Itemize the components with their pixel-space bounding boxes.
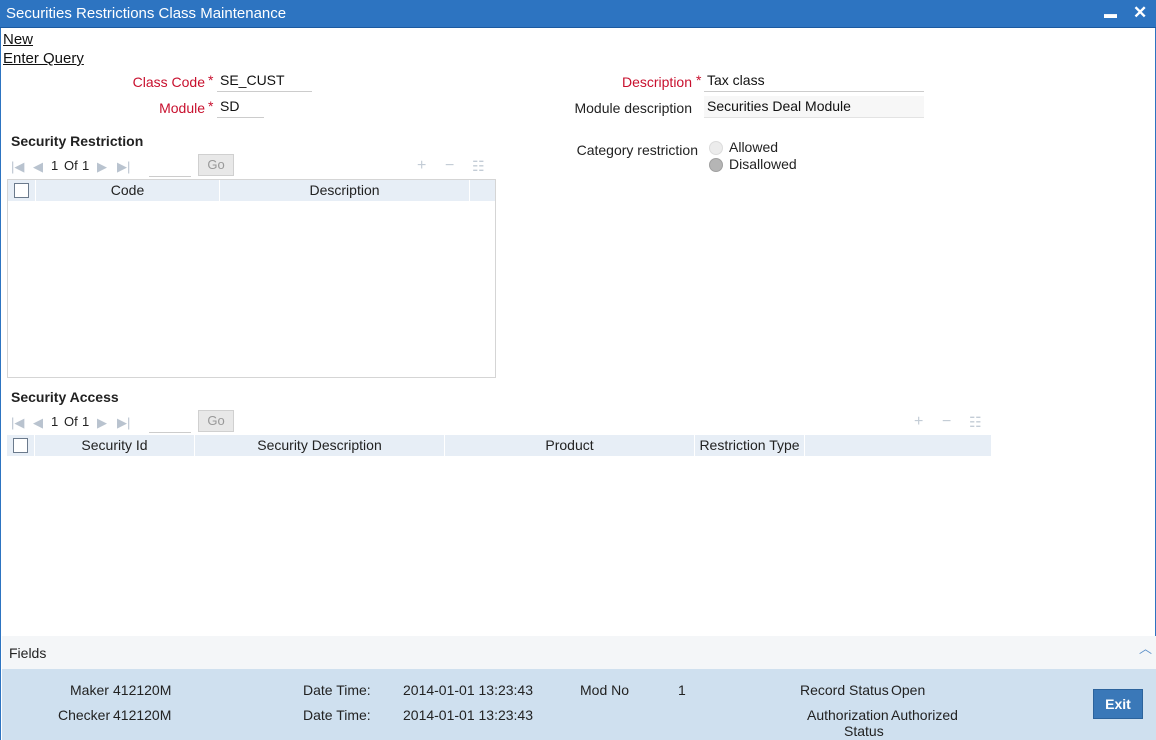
of-label: Of [64, 414, 78, 429]
maker-datetime-value: 2014-01-01 13:23:43 [403, 682, 533, 698]
fields-label: Fields [9, 645, 47, 661]
page-number-input[interactable] [149, 411, 191, 433]
checker-datetime-value: 2014-01-01 13:23:43 [403, 707, 533, 723]
single-view-icon[interactable]: ☷ [969, 414, 982, 431]
class-code-field[interactable]: SE_CUST [217, 70, 312, 92]
class-code-label: Class Code [132, 74, 205, 90]
module-label: Module [159, 100, 205, 116]
mod-no-value: 1 [678, 682, 686, 698]
select-all-checkbox[interactable] [14, 182, 29, 198]
previous-page-icon[interactable]: ◀ [33, 415, 43, 431]
select-all-checkbox[interactable] [13, 437, 28, 453]
module-field[interactable]: SD [217, 96, 264, 118]
column-header[interactable]: Code [36, 180, 220, 201]
single-view-icon[interactable]: ☷ [472, 158, 485, 175]
security-access-toolbar: |◀ ◀ 1 Of 1 ▶ ▶| Go + − ☷ [7, 410, 991, 436]
delete-row-icon[interactable]: − [942, 413, 951, 431]
required-marker: * [696, 72, 702, 88]
column-header[interactable]: Restriction Type [695, 435, 805, 456]
record-status-label: Record Status [800, 682, 889, 698]
security-restriction-grid: Code Description [7, 179, 496, 378]
required-marker: * [208, 98, 214, 114]
total-pages: 1 [82, 414, 90, 429]
maker-label: Maker [70, 682, 109, 698]
grid-header: Security Id Security Description Product… [7, 435, 991, 456]
window-title: Securities Restrictions Class Maintenanc… [6, 5, 287, 22]
description-field[interactable]: Tax class [704, 70, 924, 92]
disallowed-radio-label: Disallowed [729, 156, 797, 172]
maker-value: 412120M [113, 682, 172, 698]
of-label: Of [64, 158, 78, 173]
required-marker: * [208, 72, 214, 88]
checker-value: 412120M [113, 707, 172, 723]
authorization-status-value: Authorized [891, 707, 958, 723]
add-row-icon[interactable]: + [914, 413, 923, 431]
last-page-icon[interactable]: ▶| [117, 415, 130, 431]
first-page-icon[interactable]: |◀ [11, 159, 24, 175]
next-page-icon[interactable]: ▶ [97, 415, 107, 431]
current-page: 1 [51, 158, 59, 173]
allowed-radio[interactable] [709, 141, 723, 155]
page-number-input[interactable] [149, 155, 191, 177]
go-button[interactable]: Go [198, 410, 234, 432]
column-filler [805, 435, 991, 456]
delete-row-icon[interactable]: − [445, 157, 454, 175]
record-status-value: Open [891, 682, 926, 698]
window-titlebar: Securities Restrictions Class Maintenanc… [0, 0, 1156, 28]
allowed-radio-label: Allowed [729, 139, 779, 155]
fields-bar[interactable]: Fields ︿ [2, 636, 1156, 669]
security-access-grid: Security Id Security Description Product… [7, 435, 991, 457]
column-header[interactable]: Security Id [35, 435, 195, 456]
enter-query-link[interactable]: Enter Query [3, 50, 84, 67]
column-header[interactable]: Description [220, 180, 470, 201]
last-page-icon[interactable]: ▶| [117, 159, 130, 175]
chevron-up-icon[interactable]: ︿ [1139, 638, 1152, 657]
column-header[interactable]: Product [445, 435, 695, 456]
module-description-label: Module description [574, 100, 692, 116]
column-filler [470, 180, 495, 201]
mod-no-label: Mod No [580, 682, 630, 698]
minimize-icon[interactable]: ▬ [1104, 6, 1117, 21]
exit-button[interactable]: Exit [1093, 689, 1143, 719]
authorization-status-label: Status [844, 723, 884, 739]
new-link[interactable]: New [3, 31, 33, 48]
add-row-icon[interactable]: + [417, 157, 426, 175]
disallowed-radio[interactable] [709, 158, 723, 172]
security-restriction-title: Security Restriction [11, 133, 144, 149]
go-button[interactable]: Go [198, 154, 234, 176]
checker-datetime-label: Date Time: [303, 707, 371, 723]
current-page: 1 [51, 414, 59, 429]
column-header[interactable]: Security Description [195, 435, 445, 456]
total-pages: 1 [82, 158, 90, 173]
window-body: New Enter Query Class Code * SE_CUST Mod… [0, 28, 1156, 740]
audit-panel: Maker 412120M Checker 412120M Date Time:… [2, 669, 1156, 740]
authorization-label: Authorization [807, 707, 889, 723]
grid-header: Code Description [8, 180, 495, 201]
maker-datetime-label: Date Time: [303, 682, 371, 698]
description-label: Description [621, 74, 692, 90]
next-page-icon[interactable]: ▶ [97, 159, 107, 175]
security-restriction-toolbar: |◀ ◀ 1 Of 1 ▶ ▶| Go + − ☷ [7, 154, 495, 180]
close-icon[interactable]: ✕ [1133, 3, 1147, 23]
checker-label: Checker [58, 707, 111, 723]
security-access-title: Security Access [11, 389, 119, 405]
category-restriction-label: Category restriction [576, 142, 698, 158]
select-all-cell [8, 180, 36, 201]
previous-page-icon[interactable]: ◀ [33, 159, 43, 175]
first-page-icon[interactable]: |◀ [11, 415, 24, 431]
select-all-cell [7, 435, 35, 456]
module-description-field[interactable]: Securities Deal Module [704, 96, 924, 118]
